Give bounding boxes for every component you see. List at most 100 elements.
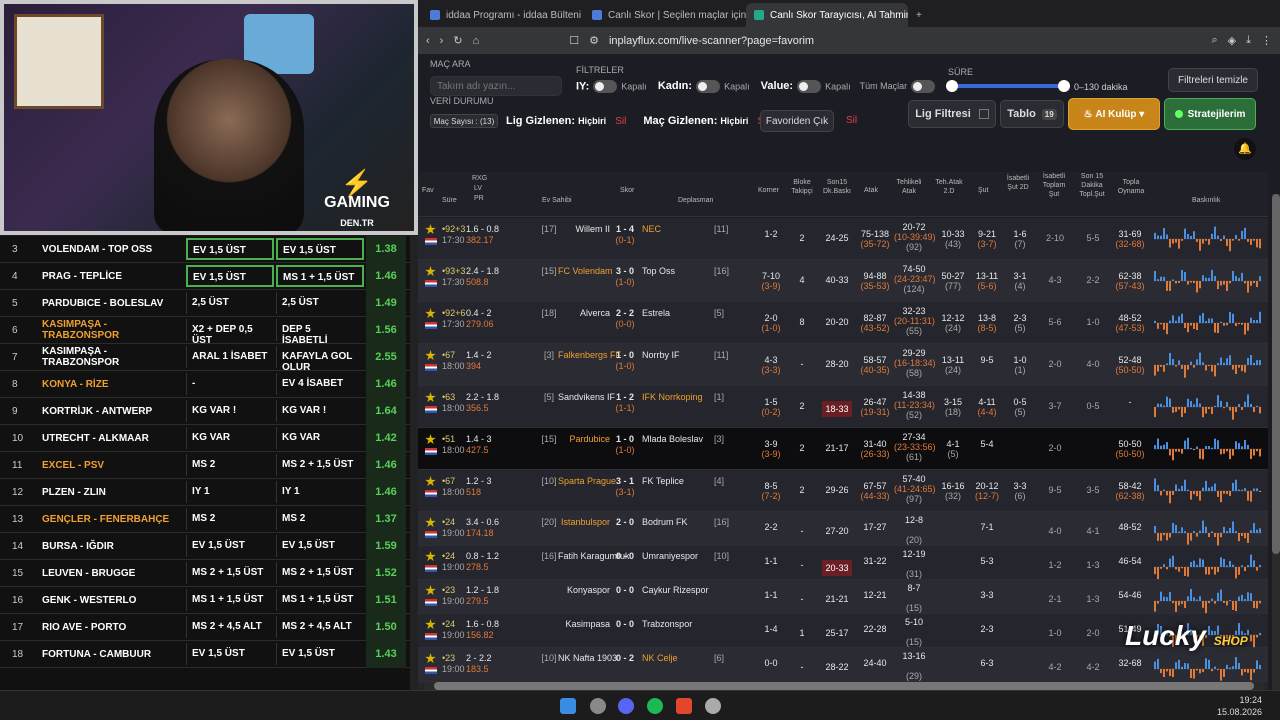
left-scrollbar[interactable]: [410, 236, 418, 720]
extensions-icon[interactable]: ◈: [1228, 34, 1236, 47]
url-field[interactable]: inplayflux.com/live-scanner?page=favorim: [609, 35, 1202, 47]
tab-live-scanner[interactable]: Canlı Skor Tarayıcısı, AI Tahminle×: [746, 3, 908, 27]
favorite-star-icon[interactable]: [425, 653, 436, 664]
away-team: Norrby IF: [642, 350, 680, 360]
match-row[interactable]: •23 19:00 1.2 - 1.8 279.5 Konyaspor 0 - 0 Cayk…: [418, 580, 1268, 614]
site-info-icon[interactable]: ⚙: [589, 34, 599, 47]
system-clock[interactable]: 19:24 15.08.2026: [1217, 694, 1262, 718]
slider-handle-min[interactable]: [946, 80, 958, 92]
lig-sil-link[interactable]: Sil: [615, 116, 626, 127]
favorite-star-icon[interactable]: [425, 517, 436, 528]
match-row[interactable]: •51 18:00 1.4 - 3 427.5 [15] Pardubice 1 - 0 (1…: [418, 428, 1268, 470]
forward-icon[interactable]: ›: [440, 35, 444, 47]
horizontal-scrollbar[interactable]: [424, 682, 1264, 690]
header-skor[interactable]: Skor: [620, 186, 634, 195]
kickoff-time: 17:30: [442, 235, 465, 245]
tehlikeli-value: 57-40: [902, 474, 926, 484]
windows-start-icon[interactable]: [560, 698, 576, 714]
duration-slider[interactable]: [946, 80, 1070, 92]
favorite-star-icon[interactable]: [425, 350, 436, 361]
fav-sil-link[interactable]: Sil: [846, 115, 857, 126]
pressure-bar: [1157, 365, 1159, 372]
korner-value: 2-0: [764, 313, 778, 323]
scroll-thumb[interactable]: [1272, 194, 1280, 554]
bell-icon[interactable]: 🔔: [1234, 138, 1256, 160]
match-row[interactable]: •67 18:00 1.2 - 3 518 [10] Sparta Prague 3 - 1…: [418, 470, 1268, 512]
match-row[interactable]: •24 19:00 0.8 - 1.2 278.5 [16] Fatih Karagumr…: [418, 546, 1268, 580]
value-toggle[interactable]: [797, 80, 822, 93]
steam-icon[interactable]: [705, 698, 721, 714]
header-isabetli-toplam[interactable]: İsabetli Toplam Şut: [1038, 172, 1070, 199]
header-tehlikeli[interactable]: Tehlikeli Atak: [894, 178, 924, 196]
match-row[interactable]: •24 19:00 3.4 - 0.6 174.18 [20] Istanbulspor 2…: [418, 512, 1268, 546]
favorite-star-icon[interactable]: [425, 585, 436, 596]
match-row[interactable]: •63 18:00 2.2 - 1.8 356.5 [5] Sandvikens IF 1 …: [418, 386, 1268, 428]
header-pr[interactable]: PR: [474, 194, 484, 203]
tab-iddaa[interactable]: iddaa Programı - iddaa Bülteni | iddaa×: [422, 3, 584, 27]
ai-kulup-button[interactable]: ♨ AI Kulüp ▾: [1068, 98, 1160, 130]
pressure-bar: [1214, 405, 1216, 407]
header-ev-sahibi[interactable]: Ev Sahibi: [542, 196, 572, 205]
favorite-star-icon[interactable]: [425, 392, 436, 403]
menu-icon[interactable]: ⋮: [1261, 34, 1272, 47]
header-fav[interactable]: Fav: [422, 186, 434, 195]
pressure-bar: [1226, 358, 1228, 365]
header-topla[interactable]: Topla Oynama: [1114, 178, 1148, 196]
search-input[interactable]: Takım adı yazın...: [430, 76, 562, 96]
tablo-button[interactable]: Tablo 19: [1000, 100, 1064, 128]
header-son15dk[interactable]: Son 15 Dakika Topl.Şut: [1074, 172, 1110, 199]
header-teh-atak[interactable]: Teh.Atak 2.D: [934, 178, 964, 196]
favoriden-cik-button[interactable]: Favoriden Çık: [760, 110, 834, 132]
zoom-icon[interactable]: ⌕: [1211, 34, 1217, 47]
favorite-star-icon[interactable]: [425, 266, 436, 277]
lig-filtresi-button[interactable]: Lig Filtresi: [908, 100, 996, 128]
match-row[interactable]: •92+3 17:30 1.6 - 0.8 382.17 [17] Willem II 1 …: [418, 218, 1268, 260]
match-row[interactable]: •93+3 17:30 2.4 - 1.8 508.8 [15] FC Volendam 3…: [418, 260, 1268, 302]
header-isabetli[interactable]: İsabetli Şut 2D: [1004, 174, 1032, 192]
header-sure[interactable]: Süre: [442, 196, 457, 205]
match-row[interactable]: •67 18:00 1.4 - 2 394 [3] Falkenbergs FF 1 - 0…: [418, 344, 1268, 386]
spotify-icon[interactable]: [647, 698, 663, 714]
favorite-star-icon[interactable]: [425, 619, 436, 630]
hscroll-thumb[interactable]: [434, 682, 1254, 690]
header-korner[interactable]: Korner: [758, 186, 779, 195]
new-tab-button[interactable]: +: [908, 3, 932, 27]
app-icon[interactable]: [590, 698, 606, 714]
slider-handle-max[interactable]: [1058, 80, 1070, 92]
brave-icon[interactable]: [676, 698, 692, 714]
header-sut[interactable]: Şut: [978, 186, 989, 195]
favorite-star-icon[interactable]: [425, 308, 436, 319]
pressure-bar: [1229, 667, 1231, 669]
download-icon[interactable]: ⤓: [1246, 34, 1251, 47]
favorite-star-icon[interactable]: [425, 434, 436, 445]
match-row[interactable]: •92+6 17:30 0.4 - 2 279.06 [18] Alverca 2 - 2(…: [418, 302, 1268, 344]
header-baskinlik[interactable]: Baskınlık: [1192, 196, 1220, 205]
back-icon[interactable]: ‹: [426, 35, 430, 47]
header-rxg[interactable]: RXG: [472, 174, 487, 183]
header-son15[interactable]: Son15 Dk.Baskı: [822, 178, 852, 196]
vertical-scrollbar[interactable]: [1272, 194, 1280, 690]
favorite-star-icon[interactable]: [425, 551, 436, 562]
header-lv[interactable]: LV: [474, 184, 482, 193]
discord-icon[interactable]: [618, 698, 634, 714]
tab-canli-skor[interactable]: Canlı Skor | Seçilen maçlar için canlı×: [584, 3, 746, 27]
bookmark-icon[interactable]: ☐: [569, 34, 579, 47]
header-bloke[interactable]: Bloke Takipçi: [788, 178, 816, 196]
stratejilerim-button[interactable]: Stratejilerim: [1164, 98, 1256, 130]
kadin-toggle[interactable]: [696, 80, 721, 93]
pressure-bar: [1211, 318, 1213, 323]
home-icon[interactable]: ⌂: [473, 35, 480, 47]
clear-filters-button[interactable]: Filtreleri temizle: [1168, 68, 1258, 92]
header-deplasman[interactable]: Deplasman: [678, 196, 713, 205]
pressure-bar: [1172, 449, 1174, 461]
header-atak[interactable]: Atak: [864, 186, 878, 195]
reload-icon[interactable]: ↻: [453, 34, 462, 47]
favorite-star-icon[interactable]: [425, 476, 436, 487]
favorite-star-icon[interactable]: [425, 224, 436, 235]
pressure-bar: [1217, 491, 1219, 497]
match-row[interactable]: •23 19:00 2 - 2.2 183.5 [10] NK Nafta 1903 0 -…: [418, 648, 1268, 682]
match-name: UTRECHT - ALKMAAR: [42, 432, 149, 444]
tum-maclar-toggle[interactable]: [911, 80, 936, 93]
country-flag-icon: [425, 531, 437, 538]
iy-toggle[interactable]: [593, 80, 618, 93]
